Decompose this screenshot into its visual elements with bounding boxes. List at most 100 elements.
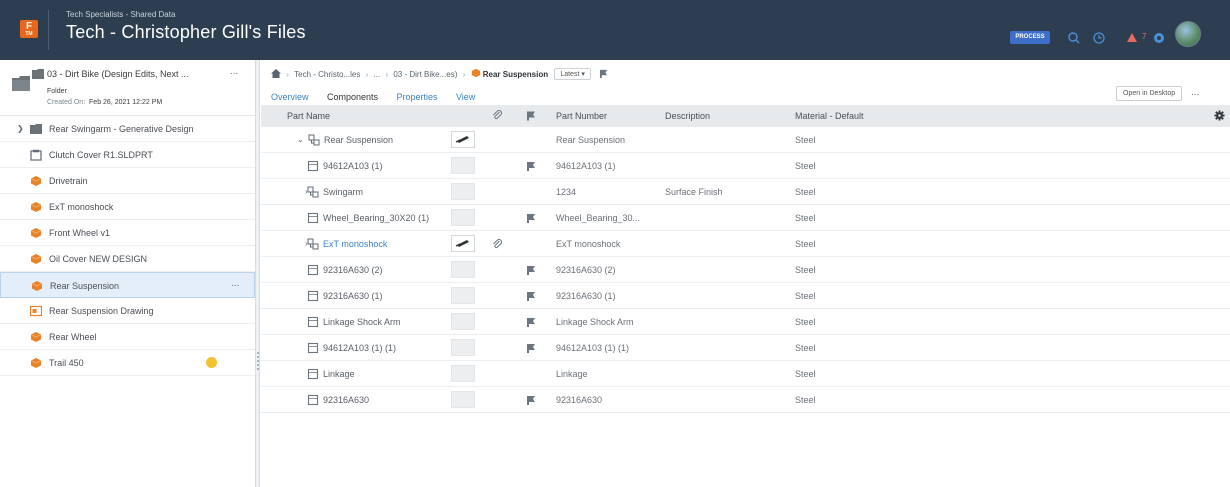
sidebar-item-front-wheel[interactable]: Front Wheel v1 — [0, 220, 255, 246]
thumbnail-placeholder[interactable] — [451, 287, 475, 304]
thumbnail-placeholder[interactable] — [451, 391, 475, 408]
version-dropdown[interactable]: Latest ▾ — [554, 68, 591, 80]
assembly-icon — [31, 281, 43, 291]
part-name[interactable]: 94612A103 (1) (1) — [323, 343, 396, 353]
more-actions-button[interactable]: ... — [1191, 87, 1199, 98]
folder-more-menu[interactable]: ... — [230, 66, 238, 77]
tab-overview[interactable]: Overview — [271, 92, 309, 106]
sidebar-item-rear-wheel[interactable]: Rear Wheel — [0, 324, 255, 350]
search-icon[interactable] — [1066, 30, 1082, 46]
alert-icon[interactable] — [1124, 30, 1140, 46]
gear-icon[interactable] — [1214, 110, 1225, 121]
table-row[interactable]: 92316A630 (2) 92316A630 (2) Steel — [261, 257, 1230, 283]
milestone-flag-icon[interactable] — [526, 291, 537, 301]
part-name[interactable]: Rear Suspension — [324, 135, 393, 145]
material-cell: Steel — [795, 239, 816, 249]
description-cell: Surface Finish — [665, 187, 723, 197]
table-row[interactable]: › ExT monoshock ExT monoshock Steel — [261, 231, 1230, 257]
help-icon[interactable] — [1151, 30, 1167, 46]
thumbnail-placeholder[interactable] — [451, 209, 475, 226]
sidebar-item-rear-suspension-drawing[interactable]: Rear Suspension Drawing — [0, 298, 255, 324]
thumbnail-placeholder[interactable] — [451, 261, 475, 278]
material-cell: Steel — [795, 187, 816, 197]
chevron-down-icon[interactable]: ⌄ — [297, 135, 304, 144]
table-row[interactable]: Linkage Linkage Steel — [261, 361, 1230, 387]
chevron-right-icon[interactable]: ❯ — [17, 124, 24, 133]
table-row[interactable]: 94612A103 (1) 94612A103 (1) Steel — [261, 153, 1230, 179]
breadcrumb-separator: › — [365, 69, 369, 79]
attachment-icon[interactable] — [492, 239, 503, 250]
table-row[interactable]: ⌄ Rear Suspension Rear Suspension Steel — [261, 127, 1230, 153]
part-thumbnail[interactable] — [451, 235, 475, 252]
material-cell: Steel — [795, 265, 816, 275]
folder-name[interactable]: 03 - Dirt Bike (Design Edits, Next ... — [47, 69, 189, 79]
sidebar-item-label: Oil Cover NEW DESIGN — [49, 254, 148, 264]
project-subtitle[interactable]: Tech Specialists - Shared Data — [66, 10, 175, 19]
tab-view[interactable]: View — [456, 92, 475, 106]
thumbnail-placeholder[interactable] — [451, 339, 475, 356]
thumbnail-placeholder[interactable] — [451, 313, 475, 330]
sidebar-item-oil-cover[interactable]: Oil Cover NEW DESIGN — [0, 246, 255, 272]
thumbnail-placeholder[interactable] — [451, 365, 475, 382]
sidebar-item-clutch-cover[interactable]: Clutch Cover R1.SLDPRT — [0, 142, 255, 168]
thumbnail-placeholder[interactable] — [451, 157, 475, 174]
milestone-flag-icon[interactable] — [526, 395, 537, 405]
part-name[interactable]: Wheel_Bearing_30X20 (1) — [323, 213, 429, 223]
breadcrumb-item[interactable]: 03 - Dirt Bike...es) — [393, 70, 457, 79]
drawing-icon — [30, 305, 42, 317]
resize-grip-icon[interactable] — [257, 352, 259, 370]
open-in-desktop-button[interactable]: Open in Desktop — [1116, 86, 1183, 101]
milestone-flag-icon[interactable] — [526, 213, 537, 223]
process-button[interactable]: PROCESS — [1010, 31, 1050, 44]
sidebar-item-rear-suspension[interactable]: Rear Suspension ... — [0, 272, 255, 298]
tab-properties[interactable]: Properties — [396, 92, 437, 106]
table-row[interactable]: 92316A630 (1) 92316A630 (1) Steel — [261, 283, 1230, 309]
table-row[interactable]: 94612A103 (1) (1) 94612A103 (1) (1) Steel — [261, 335, 1230, 361]
table-row[interactable]: Wheel_Bearing_30X20 (1) Wheel_Bearing_30.… — [261, 205, 1230, 231]
item-more-menu[interactable]: ... — [231, 278, 239, 289]
table-row[interactable]: 92316A630 92316A630 Steel — [261, 387, 1230, 413]
milestone-flag-icon[interactable] — [599, 69, 609, 80]
part-name[interactable]: Swingarm — [323, 187, 363, 197]
header-part-number[interactable]: Part Number — [556, 111, 607, 121]
milestone-flag-icon[interactable] — [526, 161, 537, 171]
part-thumbnail[interactable] — [451, 131, 475, 148]
assembly-icon — [471, 68, 481, 80]
table-row[interactable]: › Swingarm 1234 Surface Finish Steel — [261, 179, 1230, 205]
sidebar-item-label: Rear Suspension — [50, 281, 120, 291]
thumbnail-placeholder[interactable] — [451, 183, 475, 200]
avatar[interactable] — [1175, 21, 1201, 47]
sidebar-item-ext-monoshock[interactable]: ExT monoshock — [0, 194, 255, 220]
clock-badge-icon — [206, 357, 217, 368]
part-name[interactable]: ExT monoshock — [323, 239, 387, 249]
part-name[interactable]: 92316A630 (1) — [323, 291, 383, 301]
table-row[interactable]: Linkage Shock Arm Linkage Shock Arm Steel — [261, 309, 1230, 335]
breadcrumb-ellipsis[interactable]: ... — [374, 70, 381, 79]
header-material[interactable]: Material - Default — [795, 111, 864, 121]
milestone-flag-icon[interactable] — [526, 317, 537, 327]
part-icon — [307, 368, 319, 380]
breadcrumb-item[interactable]: Tech - Christo...les — [294, 70, 360, 79]
part-name[interactable]: Linkage — [323, 369, 355, 379]
milestone-flag-icon[interactable] — [526, 343, 537, 353]
sidebar-item-trail-450[interactable]: Trail 450 — [0, 350, 255, 376]
sidebar-item-rear-swingarm[interactable]: ❯ Rear Swingarm - Generative Design — [0, 116, 255, 142]
milestone-flag-icon[interactable] — [526, 265, 537, 275]
app-logo-icon[interactable]: F TM — [20, 20, 38, 38]
assembly-icon — [30, 176, 42, 186]
header-description[interactable]: Description — [665, 111, 710, 121]
material-cell: Steel — [795, 291, 816, 301]
home-icon[interactable] — [271, 68, 281, 80]
page-title: Tech - Christopher Gill's Files — [66, 22, 306, 42]
part-icon — [307, 264, 319, 276]
part-name[interactable]: 94612A103 (1) — [323, 161, 383, 171]
part-name[interactable]: Linkage Shock Arm — [323, 317, 401, 327]
shock-thumb-icon — [455, 136, 469, 143]
version-label: Latest — [560, 70, 580, 78]
sidebar-item-drivetrain[interactable]: Drivetrain — [0, 168, 255, 194]
part-name[interactable]: 92316A630 — [323, 395, 369, 405]
clock-icon[interactable] — [1091, 30, 1107, 46]
part-name[interactable]: 92316A630 (2) — [323, 265, 383, 275]
sidebar-resize-handle[interactable] — [256, 60, 260, 487]
header-part-name[interactable]: Part Name — [287, 111, 330, 121]
